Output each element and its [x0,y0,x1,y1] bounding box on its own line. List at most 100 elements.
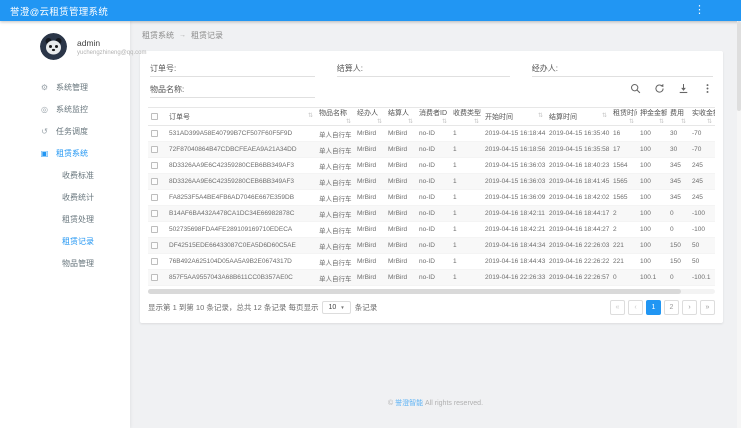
table-cell: 2019-04-15 16:36:09 [482,190,546,206]
table-cell: 76B492A625104D05AA5A9B2E0674317D [166,254,316,270]
column-header[interactable]: 实收金额⇅ [689,108,715,126]
user-profile[interactable]: admin yuchengzhineng@qq.com [0,21,130,72]
first-page-button[interactable]: « [610,300,625,315]
top-header-bar: 誉澄@云租赁管理系统 ⋮ [0,0,741,21]
row-checkbox[interactable] [151,162,158,169]
table-cell: 2019-04-16 22:26:33 [482,270,546,286]
sort-icon[interactable]: ⇅ [408,118,413,125]
footer-rights: All rights reserved. [425,400,483,407]
sidebar-item-rental-process[interactable]: 租赁处理 [0,208,130,230]
table-cell: no-ID [416,158,450,174]
sort-icon[interactable]: ⇅ [538,112,543,119]
settler-input[interactable] [363,63,510,76]
sidebar-item-system-management[interactable]: ⚙ 系统管理 [0,76,130,98]
sort-icon[interactable]: ⇅ [707,118,712,125]
order-number-input[interactable] [176,63,315,76]
row-checkbox[interactable] [151,178,158,185]
last-page-button[interactable]: » [700,300,715,315]
column-header[interactable]: 费用⇅ [667,108,689,126]
sort-icon[interactable]: ⇅ [629,118,634,125]
select-all-checkbox[interactable] [151,113,158,120]
row-checkbox[interactable] [151,194,158,201]
sidebar-item-charge-standard[interactable]: 收费标准 [0,164,130,186]
column-header[interactable]: 消费者ID⇅ [416,108,450,126]
sidebar-item-item-management[interactable]: 物品管理 [0,252,130,274]
table-cell: no-ID [416,206,450,222]
more-columns-icon[interactable] [702,83,713,94]
column-header[interactable]: 经办人⇅ [354,108,385,126]
rental-records-panel: 订单号: 结算人: 经办人: 物品名称: [140,51,723,323]
sort-icon[interactable]: ⇅ [681,118,686,125]
table-cell: 16 [610,126,637,142]
breadcrumb-separator-icon: → [179,32,186,39]
column-header[interactable]: 结算时间⇅ [546,108,610,126]
table-cell: -100.1 [689,270,715,286]
table-cell: MrBird [385,254,416,270]
page-scrollbar-thumb[interactable] [737,21,741,111]
row-select-cell [148,126,166,142]
refresh-icon[interactable] [654,83,665,94]
table-cell: 0 [610,270,637,286]
row-checkbox[interactable] [151,258,158,265]
handler-input[interactable] [558,63,713,76]
table-cell: 2019-04-16 18:44:43 [482,254,546,270]
next-page-button[interactable]: › [682,300,697,315]
column-header[interactable]: 租赁时间⇅ [610,108,637,126]
table-row: 72F87040864B47CDBCFEAEA9A21A34DD单人自行车MrB… [148,142,715,158]
sidebar-item-rental-records[interactable]: 租赁记录 [0,230,130,252]
row-checkbox[interactable] [151,274,158,281]
footer-brand[interactable]: 誉澄智能 [395,400,423,407]
sidebar-item-system-monitor[interactable]: ◎ 系统监控 [0,98,130,120]
item-name-field: 物品名称: [150,81,315,98]
row-checkbox[interactable] [151,130,158,137]
user-info: admin yuchengzhineng@qq.com [77,38,146,56]
column-header[interactable]: 收费类型⇅ [450,108,482,126]
sort-icon[interactable]: ⇅ [308,112,313,119]
table-cell: 2019-04-15 16:35:58 [546,142,610,158]
header-more-icon[interactable]: ⋮ [694,5,705,16]
column-label: 押金金额 [640,110,667,117]
row-checkbox[interactable] [151,242,158,249]
sidebar-item-charge-stats[interactable]: 收费统计 [0,186,130,208]
table-cell: 单人自行车 [316,222,354,238]
sort-icon[interactable]: ⇅ [659,118,664,125]
search-icon[interactable] [630,83,641,94]
sort-icon[interactable]: ⇅ [442,118,447,125]
breadcrumb-parent[interactable]: 租赁系统 [142,30,174,41]
table-cell: MrBird [385,270,416,286]
table-cell: 2019-04-16 22:26:57 [546,270,610,286]
column-header[interactable]: 物品名称⇅ [316,108,354,126]
column-header[interactable]: 订单号⇅ [166,108,316,126]
row-checkbox[interactable] [151,146,158,153]
column-header[interactable]: 开始时间⇅ [482,108,546,126]
table-cell: 30 [667,142,689,158]
page-button-2[interactable]: 2 [664,300,679,315]
row-checkbox[interactable] [151,226,158,233]
sidebar-item-task-schedule[interactable]: ↺ 任务调度 [0,120,130,142]
export-icon[interactable] [678,83,689,94]
row-checkbox[interactable] [151,210,158,217]
table-toolbar [630,83,713,94]
horizontal-scrollbar-track [148,289,715,294]
table-cell: 2019-04-16 18:44:27 [546,222,610,238]
column-label: 租赁时间 [613,110,637,117]
page-button-1[interactable]: 1 [646,300,661,315]
table-cell: MrBird [385,206,416,222]
table-cell: 2019-04-15 16:18:56 [482,142,546,158]
table-cell: 100.1 [637,270,667,286]
column-header[interactable]: 结算人⇅ [385,108,416,126]
horizontal-scrollbar-thumb[interactable] [148,289,681,294]
sort-icon[interactable]: ⇅ [377,118,382,125]
sort-icon[interactable]: ⇅ [602,112,607,119]
table-cell: B14AF6BA432A478CA1DC34E66982878C [166,206,316,222]
sidebar-item-rental-system[interactable]: ▣ 租赁系统 [0,142,130,164]
prev-page-button[interactable]: ‹ [628,300,643,315]
table-cell: -100 [689,222,715,238]
sort-icon[interactable]: ⇅ [346,118,351,125]
column-header[interactable]: 押金金额⇅ [637,108,667,126]
item-name-input[interactable] [184,84,315,97]
table-cell: 531AD399A58E40799B7CF507F60F5F9D [166,126,316,142]
table-cell: MrBird [354,190,385,206]
page-size-select[interactable]: 10 ▼ [322,301,350,314]
sort-icon[interactable]: ⇅ [474,118,479,125]
